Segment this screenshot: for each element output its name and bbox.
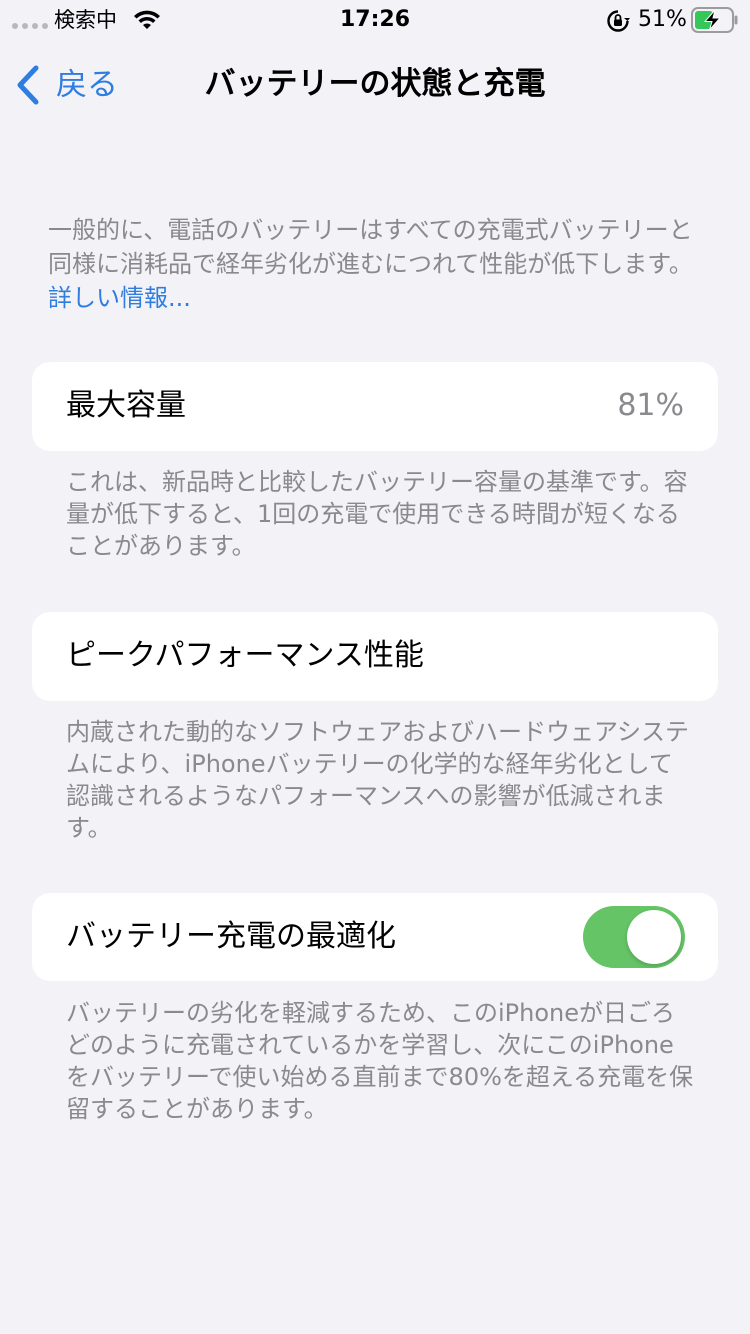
navigation-bar: 戻る バッテリーの状態と充電: [0, 44, 750, 124]
battery-charging-icon: [691, 7, 738, 33]
intro-text: 一般的に、電話のバッテリーはすべての充電式バッテリーと同様に消耗品で経年劣化が進…: [48, 216, 693, 278]
rotation-lock-icon: [607, 10, 630, 32]
learn-more-link[interactable]: 詳しい情報...: [48, 284, 191, 312]
intro-description: 一般的に、電話のバッテリーはすべての充電式バッテリーと同様に消耗品で経年劣化が進…: [48, 213, 708, 315]
peak-performance-footer: 内蔵された動的なソフトウェアおよびハードウェアシステムにより、iPhoneバッテ…: [66, 718, 690, 842]
max-capacity-footer: これは、新品時と比較したバッテリー容量の基準です。容量が低下すると、1回の充電で…: [66, 468, 688, 560]
toggle-knob: [627, 910, 681, 964]
max-capacity-value: 81%: [617, 388, 684, 423]
optimized-charging-label: バッテリー充電の最適化: [66, 919, 396, 954]
peak-performance-label: ピークパフォーマンス性能: [66, 638, 424, 673]
optimized-charging-cell: バッテリー充電の最適化: [32, 893, 718, 981]
battery-percent: 51%: [638, 7, 687, 32]
status-bar: 検索中 17:26 51%: [0, 0, 750, 40]
peak-performance-cell: ピークパフォーマンス性能: [32, 612, 718, 701]
optimized-charging-footer: バッテリーの劣化を軽減するため、このiPhoneが日ごろどのように充電されている…: [66, 999, 694, 1123]
max-capacity-label: 最大容量: [66, 388, 186, 423]
page-title: バッテリーの状態と充電: [204, 66, 546, 102]
max-capacity-cell: 最大容量 81%: [32, 362, 718, 451]
optimized-charging-toggle[interactable]: [583, 906, 685, 968]
